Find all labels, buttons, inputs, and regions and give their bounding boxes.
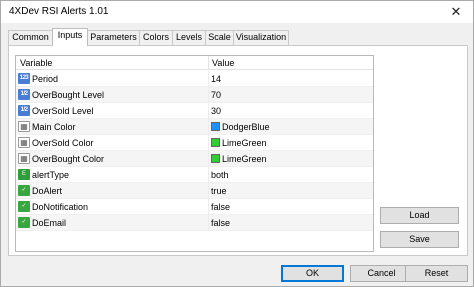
variable-name: Period <box>32 74 59 84</box>
title-bar[interactable]: 4XDev RSI Alerts 1.01 ✕ <box>1 1 473 23</box>
variable-name: OverBought Level <box>32 90 105 100</box>
tab-parameters[interactable]: Parameters <box>87 30 140 45</box>
tab-scale[interactable]: Scale <box>205 30 234 45</box>
tab-common[interactable]: Common <box>8 30 53 45</box>
variable-value[interactable]: 14 <box>211 73 221 85</box>
color-icon: ▦ <box>18 137 30 148</box>
variable-name: OverSold Color <box>32 138 94 148</box>
color-swatch <box>211 122 220 131</box>
color-name: DodgerBlue <box>222 122 270 132</box>
cell-divider <box>208 183 209 199</box>
grid-row-period[interactable]: 123 Period 14 <box>16 71 373 87</box>
variable-value-color[interactable]: DodgerBlue <box>211 121 270 133</box>
variable-value[interactable]: 70 <box>211 89 221 101</box>
enum-icon: E <box>18 169 30 180</box>
bool-icon: ✓ <box>18 217 30 228</box>
variable-value-color[interactable]: LimeGreen <box>211 137 267 149</box>
grid-row-do-alert[interactable]: ✓ DoAlert true <box>16 183 373 199</box>
tab-visualization[interactable]: Visualization <box>233 30 289 45</box>
color-swatch <box>211 154 220 163</box>
variable-value[interactable]: both <box>211 169 229 181</box>
grid-row-do-notification[interactable]: ✓ DoNotification false <box>16 199 373 215</box>
variable-value[interactable]: true <box>211 185 227 197</box>
cell-divider <box>208 167 209 183</box>
column-separator[interactable] <box>208 56 209 70</box>
save-button[interactable]: Save <box>380 231 459 248</box>
close-icon[interactable]: ✕ <box>439 1 473 23</box>
variable-name: DoNotification <box>32 202 89 212</box>
window-title: 4XDev RSI Alerts 1.01 <box>9 6 109 17</box>
cell-divider <box>208 87 209 103</box>
variable-name: Main Color <box>32 122 76 132</box>
cell-divider <box>208 119 209 135</box>
cell-divider <box>208 215 209 231</box>
grid-header: Variable Value <box>16 56 373 70</box>
cell-divider <box>208 135 209 151</box>
grid-row-overbought-color[interactable]: ▦ OverBought Color LimeGreen <box>16 151 373 167</box>
cell-divider <box>208 71 209 87</box>
variable-name: DoAlert <box>32 186 63 196</box>
grid-row-do-email[interactable]: ✓ DoEmail false <box>16 215 373 231</box>
tab-inputs[interactable]: Inputs <box>52 28 88 46</box>
inputs-grid: Variable Value 123 Period 14 1/2 OverBou… <box>15 55 374 252</box>
numeric-icon: 123 <box>18 73 30 84</box>
grid-row-alert-type[interactable]: E alertType both <box>16 167 373 183</box>
grid-row-overbought-level[interactable]: 1/2 OverBought Level 70 <box>16 87 373 103</box>
ok-button[interactable]: OK <box>281 265 344 282</box>
variable-value[interactable]: 30 <box>211 105 221 117</box>
cell-divider <box>208 199 209 215</box>
variable-name: DoEmail <box>32 218 67 228</box>
numeric-icon: 1/2 <box>18 89 30 100</box>
grid-row-oversold-level[interactable]: 1/2 OverSold Level 30 <box>16 103 373 119</box>
color-swatch <box>211 138 220 147</box>
column-header-variable[interactable]: Variable <box>20 57 52 69</box>
dialog-window: 4XDev RSI Alerts 1.01 ✕ Common Inputs Pa… <box>0 0 474 287</box>
color-name: LimeGreen <box>222 138 267 148</box>
variable-value[interactable]: false <box>211 217 230 229</box>
variable-name: OverBought Color <box>32 154 105 164</box>
cell-divider <box>208 103 209 119</box>
bool-icon: ✓ <box>18 201 30 212</box>
color-name: LimeGreen <box>222 154 267 164</box>
tab-strip: Common Inputs Parameters Colors Levels S… <box>8 28 468 46</box>
variable-name: OverSold Level <box>32 106 94 116</box>
color-icon: ▦ <box>18 121 30 132</box>
numeric-icon: 1/2 <box>18 105 30 116</box>
variable-value[interactable]: false <box>211 201 230 213</box>
reset-button[interactable]: Reset <box>405 265 468 282</box>
cell-divider <box>208 151 209 167</box>
load-button[interactable]: Load <box>380 207 459 224</box>
variable-value-color[interactable]: LimeGreen <box>211 153 267 165</box>
grid-row-oversold-color[interactable]: ▦ OverSold Color LimeGreen <box>16 135 373 151</box>
variable-name: alertType <box>32 170 70 180</box>
grid-row-main-color[interactable]: ▦ Main Color DodgerBlue <box>16 119 373 135</box>
bool-icon: ✓ <box>18 185 30 196</box>
color-icon: ▦ <box>18 153 30 164</box>
tab-levels[interactable]: Levels <box>172 30 206 45</box>
tab-colors[interactable]: Colors <box>139 30 173 45</box>
column-header-value[interactable]: Value <box>212 57 234 69</box>
cancel-button[interactable]: Cancel <box>350 265 413 282</box>
